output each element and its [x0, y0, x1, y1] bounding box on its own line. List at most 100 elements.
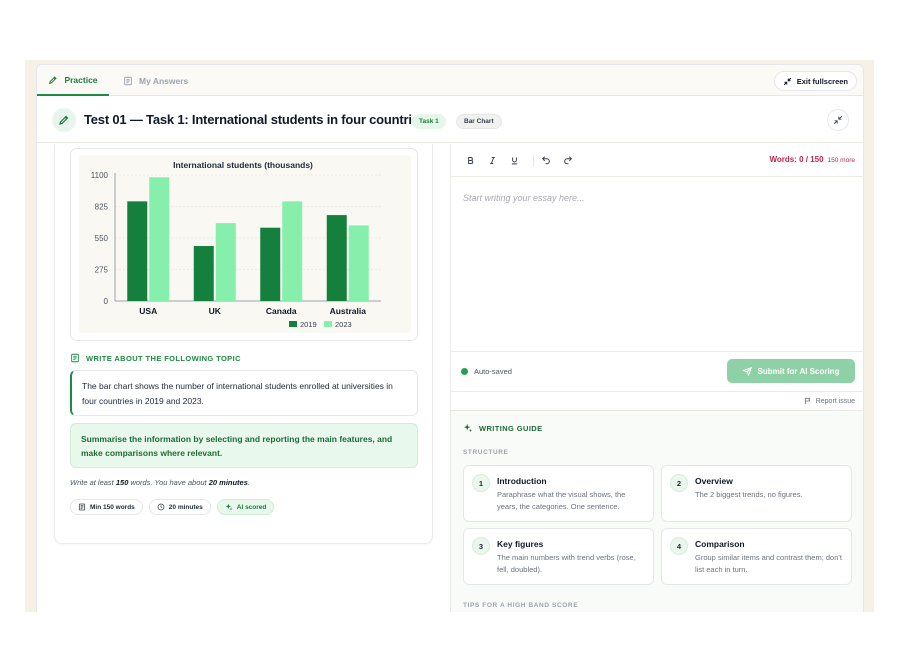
toolbar-divider — [533, 154, 534, 167]
legend-label: 2019 — [300, 320, 317, 329]
task-chips: Min 150 words 20 minutes AI scored — [70, 499, 275, 515]
flag-icon — [804, 397, 811, 404]
topic-heading-label: WRITE ABOUT THE FOLLOWING TOPIC — [86, 353, 241, 363]
guide-card-text: The 2 biggest trends, no figures. — [695, 490, 803, 499]
bar-canada-2019 — [260, 227, 281, 301]
editor-placeholder: Start writing your essay here... — [463, 193, 585, 203]
task-prompt: The bar chart shows the number of intern… — [70, 370, 418, 416]
y-tick-label: 825 — [95, 203, 109, 212]
submit-button[interactable]: Submit for AI Scoring — [727, 359, 855, 383]
tab-practice-label: Practice — [64, 74, 98, 85]
topic-heading: WRITE ABOUT THE FOLLOWING TOPIC — [70, 353, 241, 363]
guide-card-comparison: 4 Comparison Group similar items and con… — [661, 528, 852, 585]
page-title: Test 01 — Task 1: International students… — [84, 112, 426, 127]
tab-practice[interactable]: Practice — [37, 65, 109, 96]
redo-icon — [564, 156, 573, 165]
word-counter: Words: 0 / 150 150 more — [769, 155, 855, 164]
tab-my-answers[interactable]: My Answers — [123, 65, 188, 96]
send-icon — [742, 366, 752, 376]
ai-scored-chip: AI scored — [216, 499, 275, 515]
task-instruction: Summarise the information by selecting a… — [70, 423, 418, 468]
sparkle-icon — [463, 423, 473, 433]
bar-australia-2019 — [326, 215, 347, 301]
guide-card-overview: 2 Overview The 2 biggest trends, no figu… — [661, 465, 852, 522]
bar-usa-2019 — [127, 201, 148, 301]
writing-guide: WRITING GUIDE STRUCTURE 1 Introduction P… — [451, 410, 863, 612]
tips-label: TIPS FOR A HIGH BAND SCORE — [463, 602, 579, 609]
essay-editor[interactable]: Start writing your essay here... — [451, 178, 863, 352]
clock-icon — [157, 503, 165, 511]
list-icon — [124, 76, 132, 85]
legend-swatch — [289, 321, 297, 327]
legend-label: 2023 — [335, 320, 352, 329]
redo-button[interactable] — [561, 153, 575, 167]
guide-card-key-figures: 3 Key figures The main numbers with tren… — [463, 528, 654, 585]
italic-button[interactable] — [485, 153, 499, 167]
undo-button[interactable] — [539, 153, 553, 167]
bold-icon — [467, 156, 473, 164]
x-tick-label: Canada — [266, 306, 297, 316]
chart-card: International students (thousands) 0 275 5… — [70, 148, 418, 341]
task-badge: Task 1 — [412, 114, 446, 129]
bar-chart: International students (thousands) 0 275 5… — [91, 160, 381, 329]
y-tick-label: 1100 — [91, 171, 109, 180]
editor-panel: Words: 0 / 150 150 more Start writing you… — [450, 144, 863, 612]
legend-swatch — [324, 321, 332, 327]
exit-fullscreen-button[interactable]: Exit fullscreen — [773, 71, 857, 91]
step-number: 2 — [670, 474, 688, 492]
document-icon — [71, 353, 79, 363]
guide-card-text: The main numbers with trend verbs (rose,… — [497, 553, 636, 574]
list-icon — [78, 503, 86, 511]
bar-canada-2023 — [282, 201, 303, 301]
bar-uk-2023 — [215, 223, 236, 301]
chart-type-badge: Bar Chart — [456, 114, 502, 129]
step-number: 4 — [670, 537, 688, 555]
y-tick-label: 275 — [95, 266, 109, 275]
report-issue-link[interactable]: Report issue — [804, 397, 855, 405]
underline-button[interactable] — [507, 153, 521, 167]
guide-card-title: Comparison — [695, 539, 745, 549]
guide-card-title: Overview — [695, 476, 733, 486]
editor-toolbar: Words: 0 / 150 150 more — [451, 144, 863, 177]
chart-area: International students (thousands) 0 275 5… — [79, 155, 411, 333]
task-icon-badge — [52, 108, 76, 132]
app-window: Practice My Answers Exit fullscreen Test… — [36, 64, 864, 612]
y-tick-label: 0 — [104, 297, 109, 306]
tab-my-answers-label: My Answers — [139, 75, 189, 86]
y-tick-label: 550 — [95, 234, 109, 243]
pencil-icon — [49, 75, 58, 84]
guide-card-title: Introduction — [497, 476, 547, 486]
x-tick-label: UK — [209, 306, 222, 316]
app-background: Practice My Answers Exit fullscreen Test… — [25, 60, 874, 612]
bold-button[interactable] — [463, 153, 477, 167]
step-number: 3 — [472, 537, 490, 555]
italic-icon — [489, 156, 495, 164]
underline-icon — [511, 157, 517, 164]
structure-label: STRUCTURE — [463, 449, 509, 456]
exit-fullscreen-label: Exit fullscreen — [796, 76, 848, 86]
guide-card-text: Group similar items and contrast them; d… — [695, 553, 842, 574]
guide-card-title: Key figures — [497, 539, 544, 549]
word-time-hint: Write at least 150 words. You have about… — [70, 478, 250, 487]
status-dot — [461, 368, 468, 375]
x-tick-label: USA — [139, 306, 157, 316]
collapse-button[interactable] — [827, 109, 849, 131]
time-chip: 20 minutes — [148, 499, 211, 515]
tab-bar: Practice My Answers Exit fullscreen — [37, 65, 863, 96]
step-number: 1 — [472, 474, 490, 492]
task-panel: International students (thousands) 0 275 5… — [54, 144, 433, 544]
pencil-icon — [59, 115, 69, 125]
undo-icon — [541, 156, 550, 165]
bar-usa-2023 — [149, 177, 170, 301]
guide-card-text: Paraphrase what the visual shows, the ye… — [497, 490, 626, 511]
minimize-icon — [783, 77, 791, 85]
task-header: Test 01 — Task 1: International students… — [37, 97, 863, 143]
collapse-icon — [833, 115, 843, 125]
bar-uk-2019 — [193, 246, 214, 301]
guide-card-introduction: 1 Introduction Paraphrase what the visua… — [463, 465, 654, 522]
chart-title: International students (thousands) — [173, 160, 313, 170]
min-words-chip: Min 150 words — [70, 499, 143, 515]
save-bar: Auto-saved Submit for AI Scoring — [451, 352, 863, 392]
bar-australia-2023 — [348, 225, 369, 301]
sparkle-icon — [225, 503, 233, 511]
